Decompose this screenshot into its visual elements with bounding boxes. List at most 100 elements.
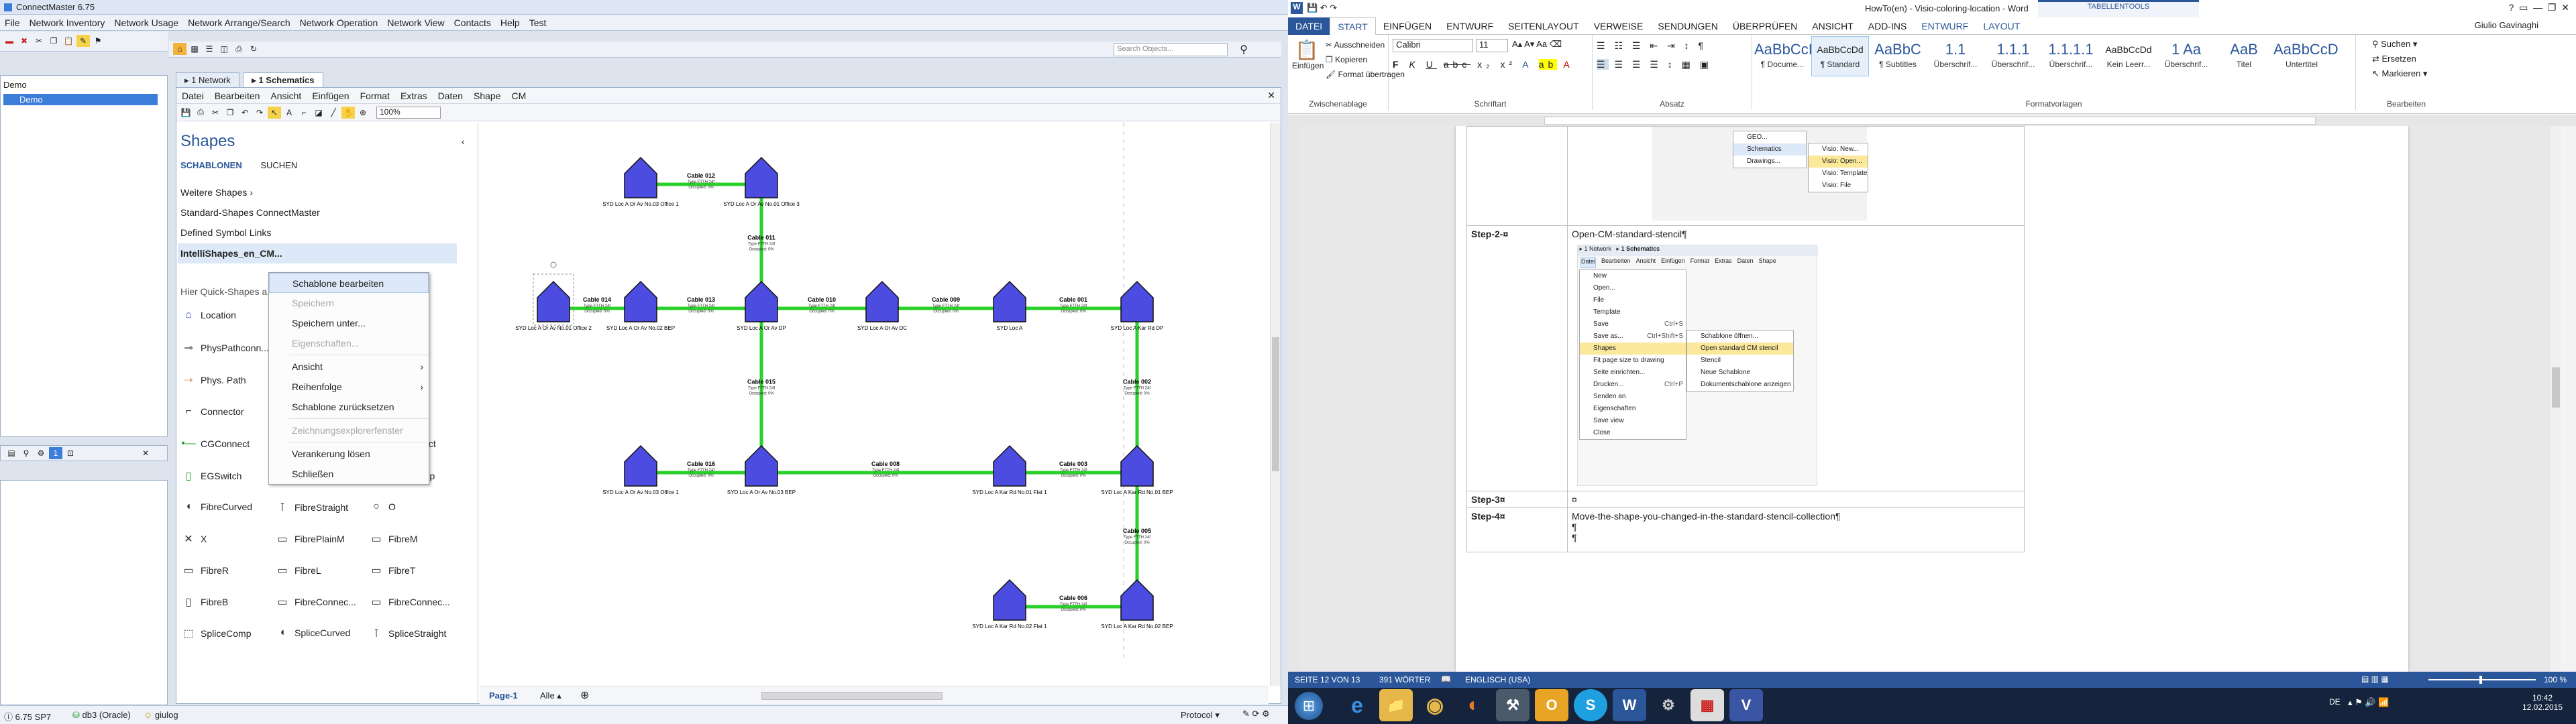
text-icon[interactable]: A [282, 107, 296, 119]
document-page[interactable]: GEO... Schematics Drawings... Visio: New… [1456, 126, 2408, 672]
cut-icon[interactable]: ✂ [32, 35, 46, 47]
tab-schematics[interactable]: ▸ 1 Schematics [243, 72, 323, 88]
tab-network[interactable]: ▸ 1 Network [176, 72, 239, 88]
language[interactable]: ENGLISCH (USA) [1465, 675, 1530, 684]
skype-icon[interactable]: S [1574, 689, 1607, 721]
location-node[interactable]: SYD Loc A Kar Rd No.02 Flat 1 [972, 579, 1047, 629]
cm-menu-item[interactable]: Contacts [449, 17, 496, 28]
visio-menu-item[interactable]: Format [355, 90, 395, 101]
shape-fibrem[interactable]: ▭ FibreM [368, 532, 417, 546]
replace-button[interactable]: ⇄ Ersetzen [2372, 54, 2416, 64]
visio-menu-item[interactable]: Shape [468, 90, 506, 101]
ribbon-tab-addins[interactable]: ADD-INS [1861, 17, 1915, 35]
location-node[interactable]: SYD Loc A Kar Rd No.02 BEP [1101, 579, 1173, 629]
shape-o[interactable]: ○ O [368, 501, 396, 513]
location-node[interactable]: SYD Loc A Or Av No.03 Office 1 [602, 156, 679, 207]
all-pages-button[interactable]: Alle ▴ [540, 690, 561, 701]
zoom-select[interactable]: 100% [376, 106, 441, 119]
cm-menu-item[interactable]: Network Operation [295, 17, 383, 28]
edit-icon[interactable]: ✎ [76, 35, 90, 47]
ribbon-tab-entwurf[interactable]: ENTWURF [1914, 17, 1976, 35]
ctx-item[interactable]: Schließen [269, 464, 429, 484]
rotate-handle-icon[interactable] [550, 261, 557, 268]
shape-fibreb[interactable]: ▯ FibreB [180, 595, 229, 609]
shape-splicecomp[interactable]: ⬚ SpliceComp [180, 627, 251, 640]
shape-fibret[interactable]: ▭ FibreT [368, 564, 415, 577]
chrome-icon[interactable]: ◉ [1418, 689, 1452, 721]
visio-menu-item[interactable]: Daten [433, 90, 468, 101]
select-button[interactable]: ↖ Markieren ▾ [2372, 68, 2427, 79]
window-controls[interactable]: ? ▭ — ❐ ✕ [2509, 2, 2569, 13]
location-node[interactable]: SYD Loc A Or Av No.01 Office 2 [515, 280, 592, 331]
stencil-standard[interactable]: Standard-Shapes ConnectMaster [180, 207, 320, 218]
ctx-item[interactable]: Reihenfolge › [269, 377, 429, 397]
fill-icon[interactable]: ◪ [312, 107, 325, 119]
save-icon[interactable]: 💾 [179, 107, 193, 119]
pan-icon[interactable]: ✋ [341, 106, 355, 119]
ctx-item[interactable]: Schablone zurücksetzen [269, 397, 429, 417]
line-icon[interactable]: ╱ [327, 107, 340, 119]
clock[interactable]: 10:42 12.02.2015 [2516, 693, 2569, 712]
location-node[interactable]: SYD Loc A [993, 280, 1026, 331]
doc-scrollbar[interactable] [2551, 126, 2561, 672]
shape-splicecurved[interactable]: ◖ SpliceCurved [274, 627, 350, 639]
visio-menu-item[interactable]: Einfügen [307, 90, 354, 101]
collapse-pane-icon[interactable]: ‹ [462, 136, 465, 147]
binocular2-icon[interactable]: ⚲ [19, 447, 33, 459]
font-name-select[interactable]: Calibri [1393, 39, 1473, 52]
style-item[interactable]: AaB Titel [2215, 36, 2273, 76]
view-buttons[interactable]: ▤ ▥ ▦ [2361, 674, 2389, 684]
shape-egswitch[interactable]: ▯ EGSwitch [180, 469, 242, 483]
font-size-select[interactable]: 11 [1476, 39, 1508, 52]
shape-fibrel[interactable]: ▭ FibreL [274, 564, 321, 577]
layer-icon[interactable]: ◫ [217, 43, 231, 55]
ribbon-tab-sendungen[interactable]: SENDUNGEN [1650, 17, 1725, 35]
add-page-icon[interactable]: ⊕ [580, 688, 589, 702]
copy-icon[interactable]: ❐ [47, 35, 60, 47]
shape-fibrecurved[interactable]: ◖ FibreCurved [180, 501, 252, 513]
shape-cg[interactable]: •— CGConnect [180, 438, 250, 450]
cm-menu-item[interactable]: Network View [382, 17, 449, 28]
grid-icon[interactable]: ▦ [188, 43, 201, 55]
tree-root[interactable]: Demo [1, 76, 167, 94]
cm-menu-item[interactable]: Test [525, 17, 551, 28]
tray-icons[interactable]: ▴ ⚑ 🔊 📶 [2348, 697, 2389, 708]
ctx-item[interactable]: Verankerung lösen [269, 444, 429, 464]
pointer-icon[interactable]: ↖ [268, 106, 281, 119]
copy-button[interactable]: ❐ Kopieren [1326, 55, 1367, 64]
style-item[interactable]: 1 Aa Überschrif... [2157, 36, 2215, 76]
shape-connector[interactable]: ⌐ Connector [180, 406, 244, 418]
visio-menu-item[interactable]: Ansicht [265, 90, 307, 101]
qat-save-icon[interactable]: 💾 ↶ ↷ [1307, 3, 1337, 13]
filter-icon[interactable]: ⚑ [91, 35, 105, 47]
shape-splicestraight[interactable]: ⊺ SpliceStraight [368, 627, 447, 640]
ribbon-tab-layout[interactable]: LAYOUT [1976, 17, 2027, 35]
shape-fibreconn2[interactable]: ▭ FibreConnec... [368, 595, 449, 609]
settings-icon[interactable]: ⚙ [1652, 689, 1685, 721]
home-icon[interactable]: ⌂ [173, 43, 186, 55]
drawing-canvas[interactable]: Cable 012 Type FTTH 24f Occupied: 0% Cable … [480, 123, 1269, 686]
visio-icon[interactable]: V [1729, 689, 1763, 721]
location-node[interactable]: SYD Loc A Or Av No.02 BEP [606, 280, 675, 331]
ie-icon[interactable]: e [1340, 689, 1374, 721]
print-icon[interactable]: ⎙ [232, 43, 246, 55]
visio-menu-item[interactable]: CM [506, 90, 531, 101]
page-tab[interactable]: Page-1 [489, 690, 518, 701]
visio-menu-item[interactable]: Extras [395, 90, 433, 101]
start-button[interactable]: ⊞ [1295, 692, 1323, 720]
ctx-item[interactable]: Schablone bearbeiten [269, 273, 429, 293]
proofing-icon[interactable]: 📖 [1441, 674, 1451, 684]
visio-close-icon[interactable]: ✕ [1267, 90, 1275, 101]
binoculars-icon[interactable]: ⚲ [1240, 43, 1248, 56]
find-button[interactable]: ⚲ Suchen ▾ [2372, 39, 2417, 50]
refresh-icon[interactable]: ↻ [247, 43, 260, 55]
location-node[interactable]: SYD Loc A Kar Rd No.01 Flat 1 [972, 444, 1047, 495]
zoom-slider[interactable] [2428, 676, 2536, 684]
locale-indicator[interactable]: DE [2329, 697, 2341, 707]
shape-physpath[interactable]: ⊸ PhysPathconn... [180, 341, 269, 355]
app-grid-icon[interactable]: ▦ [1690, 689, 1724, 721]
ribbon-tab-seitenlayout[interactable]: SEITENLAYOUT [1501, 17, 1587, 35]
style-item[interactable]: AaBbCcI ¶ Docume... [1754, 36, 1813, 76]
location-node[interactable]: SYD Loc A Or Av No.03 BEP [727, 444, 796, 495]
explorer-icon[interactable]: 📁 [1379, 689, 1413, 721]
